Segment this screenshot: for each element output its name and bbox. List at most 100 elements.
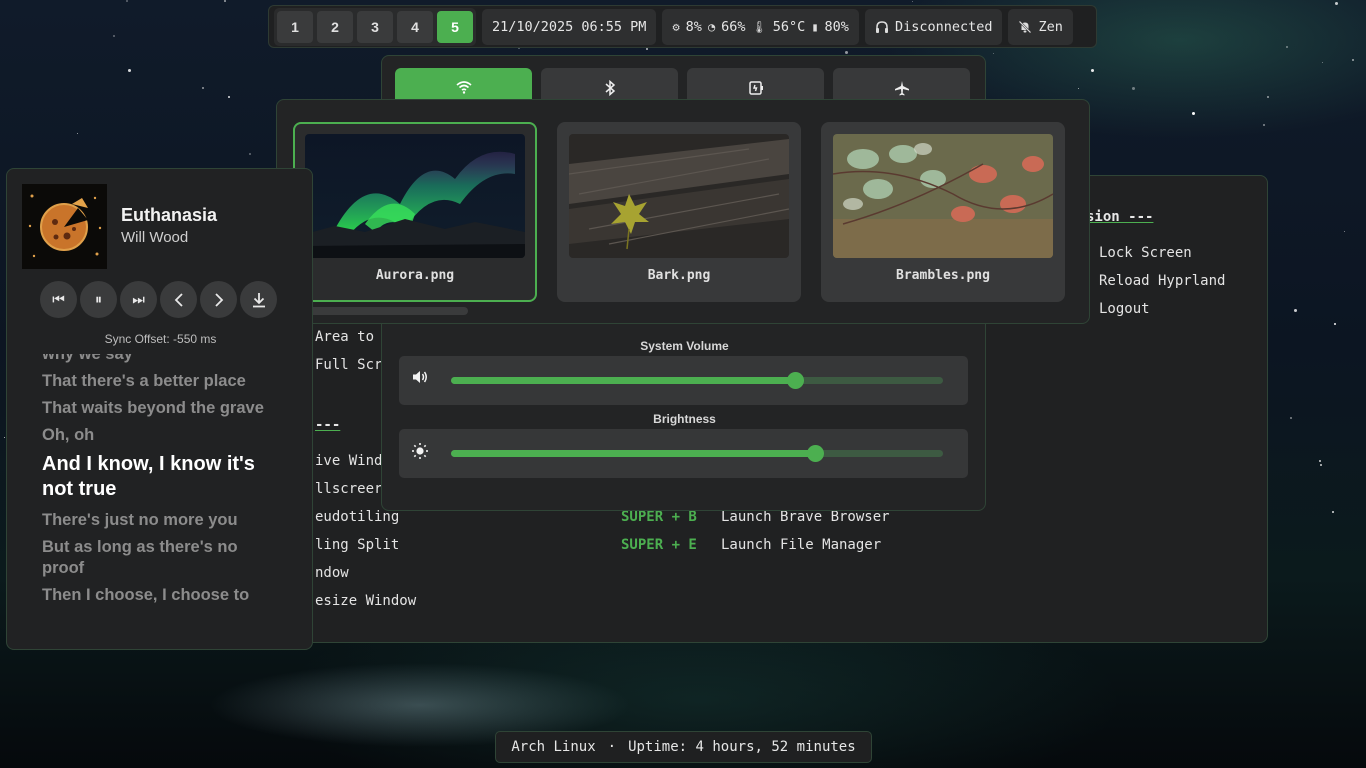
lyric-line: There's just no more you — [42, 511, 238, 529]
chevron-left-icon — [174, 292, 183, 307]
sun-icon[interactable] — [409, 442, 431, 464]
lyric-line: Oh, oh — [42, 426, 95, 444]
keybind-fragment: Area to — [315, 329, 375, 345]
brightness-fill — [451, 450, 816, 457]
song-title: Euthanasia — [121, 205, 218, 225]
reload-hyprland-item[interactable]: Reload Hyprland — [1099, 273, 1225, 289]
thermometer-icon: 🌡 — [751, 19, 767, 34]
star — [1078, 88, 1079, 89]
lyric-line: That waits beyond the grave — [42, 399, 264, 417]
airplane-icon — [894, 81, 909, 96]
brightness-label: Brightness — [653, 412, 716, 426]
top-bar: 1 2 3 4 5 21/10/2025 06:55 PM ⚙ 8% ◔ 66% 🌡… — [268, 5, 1097, 48]
brightness-handle[interactable] — [807, 445, 825, 462]
wallpaper-name: Aurora.png — [375, 268, 455, 283]
workspace-3-button[interactable]: 3 — [357, 10, 393, 43]
music-player: Euthanasia Will Wood ⏮ ⏸ ⏭ Sync Offset: … — [6, 168, 313, 650]
song-artist: Will Wood — [121, 229, 189, 246]
system-info-strip: Arch Linux · Uptime: 4 hours, 52 minutes — [495, 731, 872, 763]
lyrics-view[interactable]: why we say That there's a better place T… — [42, 354, 282, 636]
star — [126, 0, 128, 2]
sync-offset: Sync Offset: -550 ms — [104, 332, 217, 346]
wallpaper-card-bark[interactable]: Bark.png — [557, 122, 801, 302]
star — [1319, 460, 1321, 462]
workspace-2-button[interactable]: 2 — [317, 10, 353, 43]
seek-forward-button[interactable] — [200, 281, 237, 318]
star — [1267, 96, 1269, 98]
cpu-icon: ⚙ — [672, 19, 680, 34]
logout-item[interactable]: Logout — [1099, 301, 1150, 317]
star — [1263, 124, 1265, 126]
previous-track-button[interactable]: ⏮ — [40, 281, 77, 318]
star — [1320, 464, 1322, 466]
seek-back-button[interactable] — [160, 281, 197, 318]
keybind-fragment: eudotiling — [315, 509, 400, 525]
star — [1335, 2, 1338, 5]
pause-icon: ⏸ — [95, 291, 102, 308]
notification-mode-widget[interactable]: Zen — [1008, 8, 1073, 45]
bluetooth-icon — [605, 80, 615, 96]
star — [113, 35, 115, 37]
system-stats-widget[interactable]: ⚙ 8% ◔ 66% 🌡 56°C ▮ 80% — [662, 8, 859, 45]
keybind-fragment: ling Split — [315, 537, 400, 553]
keybind-fragment: ndow — [315, 565, 349, 581]
volume-fill — [451, 377, 796, 384]
keybind-fragment: llscreer — [315, 481, 383, 497]
star — [128, 69, 131, 72]
volume-slider-box — [399, 356, 968, 405]
star — [912, 1, 913, 2]
star — [224, 0, 226, 2]
star — [1334, 323, 1336, 325]
bell-off-icon — [1019, 20, 1032, 33]
wallpaper-card-brambles[interactable]: Brambles.png — [821, 122, 1065, 302]
star — [1344, 231, 1345, 232]
brightness-slider[interactable] — [451, 445, 943, 462]
download-lyrics-button[interactable] — [240, 281, 277, 318]
star — [1192, 112, 1195, 115]
workspace-4-button[interactable]: 4 — [397, 10, 433, 43]
temperature-value: 56°C — [772, 18, 806, 35]
wallpaper-card-aurora[interactable]: Aurora.png — [293, 122, 537, 302]
next-track-button[interactable]: ⏭ — [120, 281, 157, 318]
star — [202, 87, 204, 89]
download-icon — [252, 292, 265, 307]
volume-handle[interactable] — [787, 372, 805, 389]
datetime-text: 21/10/2025 06:55 PM — [492, 18, 647, 35]
lyric-line: That there's a better place — [42, 372, 246, 390]
star — [1294, 309, 1297, 312]
workspace-5-button[interactable]: 5 — [437, 10, 473, 43]
star — [1352, 59, 1354, 61]
datetime-widget[interactable]: 21/10/2025 06:55 PM — [482, 8, 657, 45]
lyric-line-current: And I know, I know it's not true — [42, 453, 255, 500]
keybind-key: SUPER + E — [621, 537, 697, 553]
wallpaper-name: Bark.png — [647, 268, 711, 283]
star — [1132, 87, 1135, 90]
notification-mode: Zen — [1038, 18, 1063, 35]
battery-value: 80% — [824, 18, 849, 35]
star — [1332, 511, 1334, 513]
star — [845, 51, 848, 54]
volume-icon[interactable] — [409, 369, 431, 391]
section-divider: --- — [315, 417, 341, 433]
pause-button[interactable]: ⏸ — [80, 281, 117, 318]
star — [4, 437, 5, 438]
workspace-switcher: 1 2 3 4 5 — [274, 7, 476, 46]
lock-screen-item[interactable]: Lock Screen — [1099, 245, 1192, 261]
os-name: Arch Linux — [511, 739, 596, 755]
star — [1322, 62, 1323, 63]
headphones-icon — [875, 20, 888, 33]
lyric-line: why we say — [42, 354, 133, 363]
keybind-fragment: esize Window — [315, 593, 417, 609]
audio-device-widget[interactable]: Disconnected — [864, 8, 1003, 45]
wallpaper-scrollbar[interactable] — [287, 307, 468, 315]
cpu-value: 8% — [685, 18, 702, 35]
star — [1290, 417, 1292, 419]
star — [1286, 46, 1288, 48]
memory-icon: ◔ — [707, 19, 716, 34]
volume-slider[interactable] — [451, 372, 943, 389]
keybind-action: Launch Brave Browser — [721, 509, 890, 525]
skip-back-icon: ⏮ — [52, 291, 65, 308]
chevron-right-icon — [214, 292, 223, 307]
workspace-1-button[interactable]: 1 — [277, 10, 313, 43]
wallpaper-thumbnail — [569, 134, 789, 258]
